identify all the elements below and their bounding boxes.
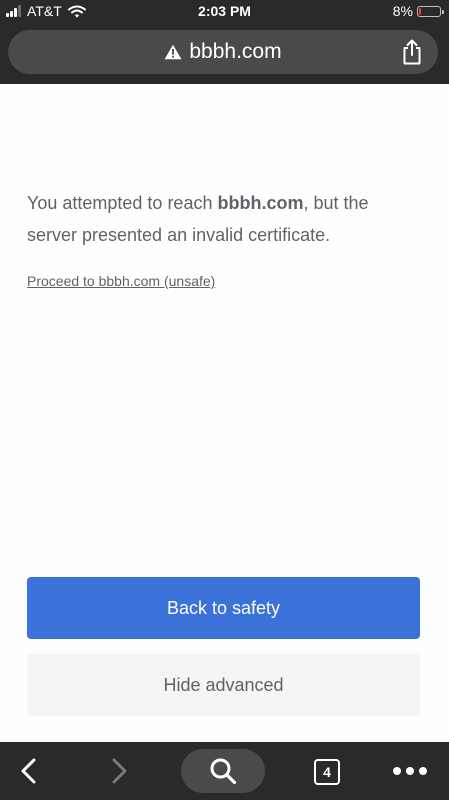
tabs-icon[interactable]: 4 [314,759,340,785]
url-text: bbbh.com [189,40,282,63]
error-message: You attempted to reach bbbh.com, but the… [27,187,422,251]
message-prefix: You attempted to reach [27,193,218,213]
browser-bottom-toolbar: 4 [0,742,449,800]
warning-icon [164,44,182,60]
battery-fill [419,7,421,15]
battery-icon [417,5,444,17]
browser-top-bar: bbbh.com [0,22,449,84]
error-page: You attempted to reach bbbh.com, but the… [0,84,449,742]
status-right: 8% [392,3,444,19]
battery-percent: 8% [392,3,413,19]
search-button[interactable] [181,749,265,793]
back-to-safety-button[interactable]: Back to safety [27,577,420,639]
proceed-unsafe-link[interactable]: Proceed to bbbh.com (unsafe) [27,273,215,289]
search-icon [210,758,237,785]
status-bar: AT&T 2:03 PM 8% [0,0,449,22]
back-icon[interactable] [18,757,40,785]
more-icon[interactable] [392,766,428,776]
message-domain: bbbh.com [217,193,304,213]
address-bar[interactable]: bbbh.com [8,30,438,74]
url-display[interactable]: bbbh.com [8,30,438,74]
status-time: 2:03 PM [198,3,251,19]
share-icon[interactable] [400,39,424,65]
tab-count: 4 [323,764,331,780]
hide-advanced-button[interactable]: Hide advanced [27,654,420,716]
forward-icon[interactable] [108,757,130,785]
